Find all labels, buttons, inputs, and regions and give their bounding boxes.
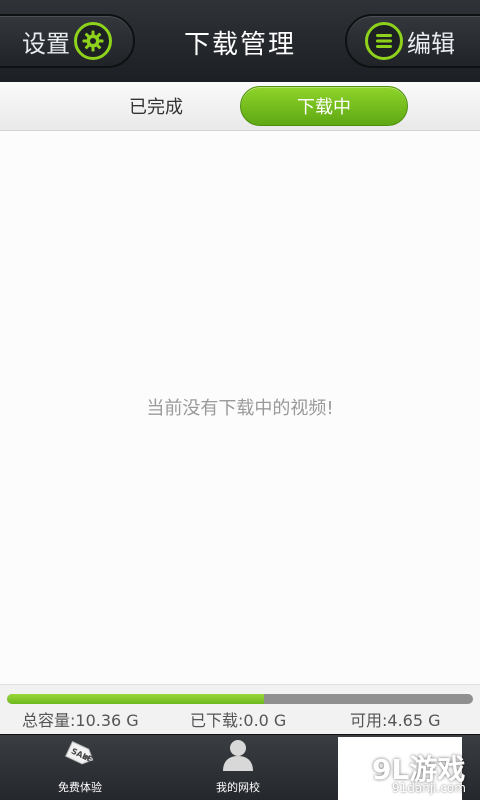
- edit-button[interactable]: 编辑: [345, 14, 480, 68]
- watermark-site: 91danji.com: [392, 781, 466, 795]
- storage-progress-bar: [7, 694, 473, 704]
- available-space: 可用:4.65 G: [350, 711, 441, 730]
- storage-info: 总容量:10.36 G 已下载:0.0 G 可用:4.65 G: [0, 684, 480, 735]
- download-list: 当前没有下载中的视频!: [0, 131, 480, 684]
- nav-free-trial-label: 免费体验: [58, 781, 102, 794]
- downloaded-size: 已下载:0.0 G: [190, 711, 287, 730]
- nav-my-school-label: 我的网校: [216, 781, 260, 794]
- empty-state-message: 当前没有下载中的视频!: [146, 398, 334, 419]
- list-icon: [365, 22, 403, 60]
- nav-my-school[interactable]: 我的网校: [158, 735, 318, 800]
- storage-progress-fill: [7, 694, 264, 704]
- sale-tag-icon: SALE: [60, 736, 100, 775]
- app-root: 设置 下载管理 编辑 已完成 下载中 当前没有下载中的视频! 总容量:10.36…: [0, 0, 480, 800]
- tab-downloading[interactable]: 下载中: [240, 86, 408, 126]
- user-icon: [220, 738, 256, 775]
- tab-completed[interactable]: 已完成: [72, 86, 240, 126]
- total-capacity: 总容量:10.36 G: [22, 711, 139, 730]
- top-header: 设置 下载管理 编辑: [0, 0, 480, 84]
- download-tabs: 已完成 下载中: [0, 82, 480, 131]
- nav-free-trial[interactable]: SALE 免费体验: [0, 735, 160, 800]
- edit-label: 编辑: [407, 29, 455, 58]
